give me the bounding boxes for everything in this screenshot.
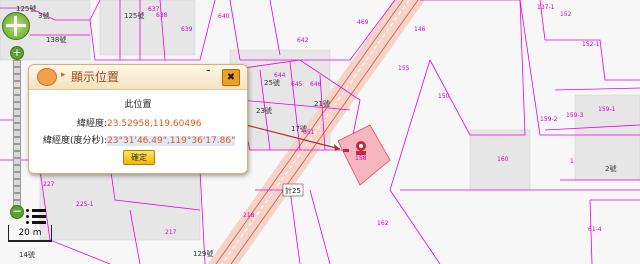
- position-heading: 此位置: [124, 100, 152, 110]
- lat-lng-value: 23.52958,119.60496: [107, 119, 202, 129]
- parcel-label: 21號: [314, 99, 330, 108]
- parcel-label: 150: [438, 93, 450, 100]
- popup-header[interactable]: ▸ 顯示位置 - ✖: [29, 63, 247, 90]
- parcel-label: 646: [310, 81, 322, 88]
- parcel-label: 1: [570, 158, 574, 165]
- lat-lng-row: 緯經度:23.52958,119.60496: [77, 116, 202, 129]
- parcel-label: 638: [156, 12, 168, 19]
- parcel-label: 469: [357, 19, 369, 26]
- minimize-button[interactable]: -: [206, 63, 211, 78]
- dms-label: 緯經度(度分秒):: [43, 136, 108, 146]
- parcel-label: 138號: [46, 35, 66, 44]
- confirm-button[interactable]: 確定: [123, 150, 155, 165]
- lat-lng-label: 緯經度:: [77, 119, 108, 129]
- parcel-label: 160: [497, 156, 509, 163]
- parcel-label: 162: [377, 220, 389, 227]
- close-icon[interactable]: ✖: [222, 69, 240, 86]
- parcel-label: 146: [414, 26, 426, 33]
- parcel-label: 645: [291, 81, 303, 88]
- parcel-label: 225-1: [76, 201, 94, 208]
- scale-label: 20 m: [18, 228, 42, 238]
- location-popup: ▸ 顯示位置 - ✖ 此位置 緯經度:23.52958,119.60496 緯經…: [28, 63, 248, 174]
- layers-icon[interactable]: [26, 207, 48, 227]
- popup-title: 顯示位置: [71, 70, 120, 84]
- parcel-label: 61-4: [588, 226, 602, 233]
- dms-value: 23°31'46.49",119°36'17.86": [107, 136, 236, 146]
- road-tag: 計25: [282, 183, 304, 197]
- parcel-label: 3號: [38, 11, 49, 20]
- navigation-icon[interactable]: [2, 12, 30, 40]
- zoom-in-icon[interactable]: +: [10, 46, 24, 60]
- scale-bar: 20 m: [8, 225, 52, 242]
- parcel-label: 639: [181, 26, 193, 33]
- parcel-label: 227: [43, 181, 55, 188]
- zoom-out-icon[interactable]: −: [10, 205, 24, 219]
- parcel-label: 159-2: [540, 116, 558, 123]
- parcel-label: 2號: [605, 164, 616, 173]
- parcel-label: 651: [303, 129, 315, 136]
- parcel-label: 158: [355, 155, 367, 162]
- parcel-label: 129號: [193, 249, 213, 258]
- parcel-label: 125號: [124, 11, 144, 20]
- parcel-label: 155: [398, 65, 410, 72]
- parcel-label: 642: [297, 37, 309, 44]
- arrow-icon: ▸: [61, 70, 66, 80]
- zoom-slider[interactable]: [13, 60, 21, 206]
- parcel-label: 217: [165, 229, 177, 236]
- parcel-label: 159-3: [566, 112, 584, 119]
- window-icon: [37, 68, 57, 86]
- parcel-label: 23號: [256, 106, 272, 115]
- parcel-label: 25號: [264, 78, 280, 87]
- parcel-label: 218: [243, 212, 255, 219]
- parcel-label: 152-1: [582, 41, 600, 48]
- parcel-label: 137-1: [537, 4, 555, 11]
- parcel-label: 14號: [19, 250, 35, 259]
- parcel-label: 644: [274, 72, 286, 79]
- dms-row: 緯經度(度分秒):23°31'46.49",119°36'17.86": [43, 133, 236, 146]
- parcel-label: 640: [218, 13, 230, 20]
- parcel-label: 152: [560, 11, 572, 18]
- parcel-label: 159-1: [598, 106, 616, 113]
- road-tag-text: 計25: [285, 186, 301, 195]
